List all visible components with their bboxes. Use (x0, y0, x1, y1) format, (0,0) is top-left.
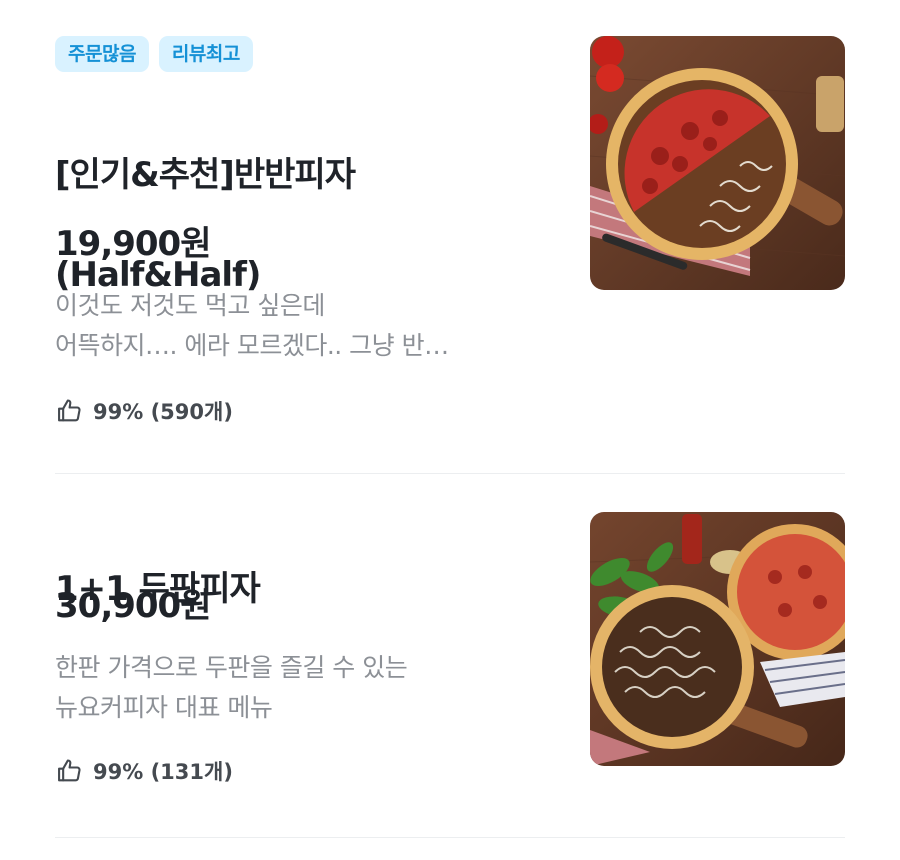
badge-group: 주문많음 리뷰최고 (55, 36, 253, 72)
rating-text: 99% (590개) (93, 400, 233, 424)
menu-item-rating: 99% (590개) (55, 396, 233, 426)
menu-item-description: 한판 가격으로 두판을 즐길 수 있는 뉴요커피자 대표 메뉴 (55, 648, 545, 728)
rating-text: 99% (131개) (93, 760, 233, 784)
badge-best-reviews: 리뷰최고 (158, 36, 253, 72)
menu-item-description-line-1: 한판 가격으로 두판을 즐길 수 있는 (55, 653, 408, 682)
menu-item-price: 30,900원 (55, 586, 211, 626)
menu-item-rating: 99% (131개) (55, 756, 233, 786)
badge-popular-orders: 주문많음 (55, 36, 149, 72)
thumbs-up-icon (58, 399, 81, 422)
half-and-half-pizza-photo (590, 36, 845, 290)
menu-item-half-and-half[interactable]: 주문많음 리뷰최고 [인기&추천]반반피자 (Half&Half) 19,900… (55, 36, 845, 474)
menu-item-description-line-2: 뉴요커피자 대표 메뉴 (55, 693, 273, 722)
menu-item-two-pizzas[interactable]: 1+1 두판피자 30,900원 한판 가격으로 두판을 즐길 수 있는 뉴요커… (55, 474, 845, 838)
menu-item-title-line-1: [인기&추천]반반피자 (55, 155, 356, 195)
two-pizzas-photo (590, 512, 845, 766)
menu-item-description-line-1: 이것도 저것도 먹고 싶은데 (55, 291, 325, 320)
menu-list: 주문많음 리뷰최고 [인기&추천]반반피자 (Half&Half) 19,900… (0, 0, 900, 860)
thumbs-up-icon (58, 759, 81, 782)
menu-item-price: 19,900원 (55, 224, 211, 264)
menu-item-description: 이것도 저것도 먹고 싶은데 어뜩하지…. 에라 모르겠다.. 그냥 반… (55, 286, 545, 366)
menu-item-description-line-2: 어뜩하지…. 에라 모르겠다.. 그냥 반… (55, 331, 449, 360)
